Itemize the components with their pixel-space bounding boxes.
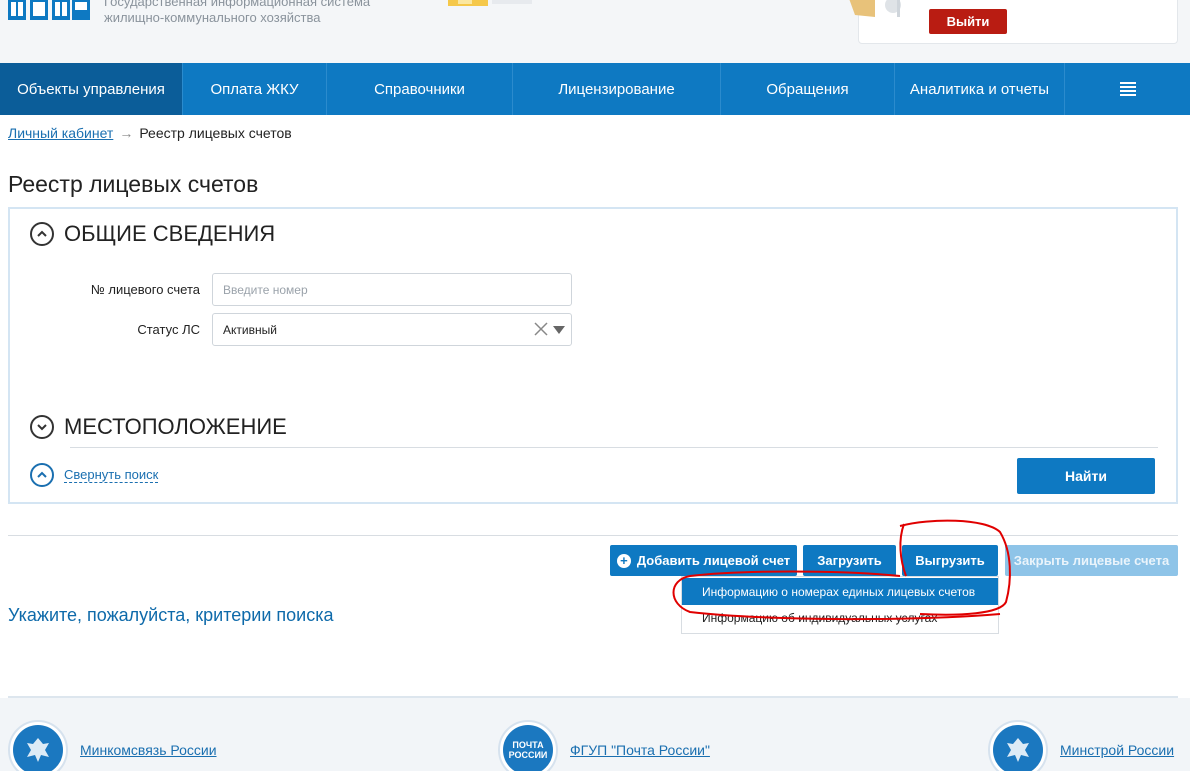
download-dropdown-menu: Информацию о номерах единых лицевых счет… [681,576,999,634]
breadcrumb-current: Реестр лицевых счетов [139,125,292,141]
clear-icon[interactable] [533,321,549,337]
logo-text-line2: жилищно-коммунального хозяйства [104,10,321,25]
account-number-label: № лицевого счета [90,282,200,297]
footer-link-pochta[interactable]: ФГУП "Почта России" [570,742,710,758]
footer-item-minkomsvyaz: Минкомсвязь России [8,720,217,771]
nav-item-label: Лицензирование [558,80,675,98]
main-nav: Объекты управления Оплата ЖКУ Справочник… [0,63,1190,115]
logo-text: Государственная информационная система ж… [104,0,370,26]
user-illustration-icon [849,0,901,17]
nav-item-analytics[interactable]: Аналитика и отчеты [895,63,1065,115]
footer-link-minstroy[interactable]: Минстрой России [1060,742,1174,758]
page-title: Реестр лицевых счетов [8,171,259,197]
chevron-down-icon[interactable] [553,326,565,334]
emblem-icon [988,720,1048,771]
footer-link-minkomsvyaz[interactable]: Минкомсвязь России [80,742,217,758]
chevron-up-icon [30,463,54,487]
gis-zhkh-logo-icon[interactable] [8,0,90,22]
find-button[interactable]: Найти [1017,458,1155,494]
nav-item-reference[interactable]: Справочники [327,63,513,115]
status-select[interactable]: Активный [212,313,572,346]
status-select-value: Активный [223,322,277,337]
plus-icon: + [616,553,631,568]
nav-item-label: Аналитика и отчеты [909,80,1050,98]
nav-item-label: Справочники [374,80,465,98]
footer: Минкомсвязь России ПОЧТА РОССИИ ФГУП "По… [0,698,1190,771]
download-button[interactable]: Выгрузить [902,545,998,576]
add-account-label: Добавить лицевой счет [636,553,791,568]
upload-button[interactable]: Загрузить [803,545,896,576]
divider [70,447,1158,448]
nav-item-label: Оплата ЖКУ [210,80,299,98]
collapse-search-link[interactable]: Свернуть поиск [30,463,159,487]
add-account-button[interactable]: + Добавить лицевой счет [610,545,797,576]
section-location-title: МЕСТОПОЛОЖЕНИЕ [64,414,287,439]
breadcrumb: Личный кабинет → Реестр лицевых счетов [8,125,292,141]
emblem-icon [8,720,68,771]
section-location-header[interactable]: МЕСТОПОЛОЖЕНИЕ [30,414,287,440]
logo-text-line1: Государственная информационная система [104,0,371,9]
pochta-logo-text: ПОЧТА РОССИИ [503,725,553,771]
header-illustration-icon [448,0,532,6]
footer-item-minstroy: Минстрой России [988,720,1174,771]
breadcrumb-root-link[interactable]: Личный кабинет [8,125,113,141]
top-header: Государственная информационная система ж… [0,0,1190,63]
nav-item-label: Обращения [766,80,849,98]
search-criteria-hint: Укажите, пожалуйста, критерии поиска [8,605,334,625]
search-panel: ОБЩИЕ СВЕДЕНИЯ № лицевого счета Статус Л… [8,207,1178,504]
user-panel: Выйти [849,0,1178,44]
close-accounts-button[interactable]: Закрыть лицевые счета [1005,545,1178,576]
collapse-search-label: Свернуть поиск [64,467,159,483]
footer-item-pochta: ПОЧТА РОССИИ ФГУП "Почта России" [498,720,710,771]
chevron-up-icon [30,222,54,246]
section-general-title: ОБЩИЕ СВЕДЕНИЯ [64,221,276,246]
nav-menu-button[interactable] [1065,63,1190,115]
nav-item-objects[interactable]: Объекты управления [0,63,183,115]
account-number-input[interactable] [212,273,572,306]
pochta-logo-icon: ПОЧТА РОССИИ [498,720,558,771]
section-general-header[interactable]: ОБЩИЕ СВЕДЕНИЯ [30,221,275,247]
dropdown-item-unified-accounts[interactable]: Информацию о номерах единых лицевых счет… [682,578,998,605]
status-label: Статус ЛС [137,322,200,337]
nav-item-licensing[interactable]: Лицензирование [513,63,721,115]
nav-item-payment[interactable]: Оплата ЖКУ [183,63,327,115]
breadcrumb-separator: → [119,125,134,141]
chevron-down-icon [30,415,54,439]
dropdown-item-individual-services[interactable]: Информацию об индивидуальных услугах [682,605,998,627]
exit-button[interactable]: Выйти [929,9,1007,34]
nav-item-appeals[interactable]: Обращения [721,63,895,115]
nav-item-label: Объекты управления [17,80,165,98]
hamburger-icon [1119,82,1136,96]
divider [8,535,1178,536]
